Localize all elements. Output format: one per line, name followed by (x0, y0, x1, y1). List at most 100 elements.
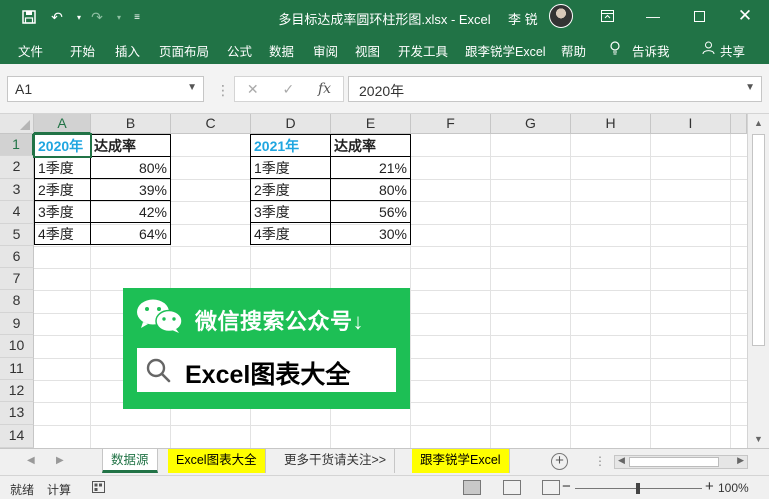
macro-record-icon[interactable] (92, 481, 105, 496)
row-header-2[interactable]: 2 (0, 156, 34, 179)
ribbon-display-icon[interactable] (592, 4, 622, 28)
cell-a1[interactable]: 2020年 (34, 134, 91, 157)
tab-view[interactable]: 视图 (355, 41, 380, 60)
tab-file[interactable]: 文件 (18, 41, 43, 60)
zoom-out-icon[interactable]: − (562, 478, 571, 495)
tab-review[interactable]: 审阅 (313, 41, 338, 60)
insert-function-icon[interactable]: fx (318, 81, 331, 97)
row-header-8[interactable]: 8 (0, 290, 34, 313)
redo-dropdown-icon[interactable]: ▾ (114, 7, 124, 27)
scroll-right-icon[interactable]: ▶ (737, 455, 744, 466)
chevron-down-icon[interactable]: ▼ (187, 82, 197, 93)
cell-b1[interactable]: 达成率 (90, 134, 171, 157)
cell-d2[interactable]: 1季度 (250, 156, 331, 179)
tab-data[interactable]: 数据 (269, 41, 294, 60)
cell-b5[interactable]: 64% (90, 222, 171, 245)
tab-help[interactable]: 帮助 (561, 41, 586, 60)
prev-sheet-icon[interactable]: ◀ (27, 455, 35, 466)
maximize-icon[interactable] (684, 4, 714, 28)
row-header-10[interactable]: 10 (0, 335, 34, 358)
cell-d1[interactable]: 2021年 (250, 134, 331, 157)
tab-home[interactable]: 开始 (70, 41, 95, 60)
row-header-1[interactable]: 1 (0, 134, 34, 156)
scroll-thumb[interactable] (752, 134, 765, 346)
cell-a4[interactable]: 3季度 (34, 200, 91, 223)
cancel-icon[interactable]: ✕ (247, 81, 259, 98)
scroll-left-icon[interactable]: ◀ (618, 455, 625, 466)
vertical-scrollbar[interactable]: ▲ ▼ (747, 114, 769, 448)
cell-e1[interactable]: 达成率 (330, 134, 411, 157)
next-sheet-icon[interactable]: ▶ (56, 455, 64, 466)
column-header-f[interactable]: F (411, 114, 491, 134)
zoom-level[interactable]: 100% (718, 481, 749, 495)
cell-d3[interactable]: 2季度 (250, 178, 331, 201)
row-header-4[interactable]: 4 (0, 201, 34, 224)
cell-a3[interactable]: 2季度 (34, 178, 91, 201)
user-name[interactable]: 李 锐 (508, 9, 538, 28)
cell-e2[interactable]: 21% (330, 156, 411, 179)
minimize-icon[interactable]: — (638, 4, 668, 28)
sheet-tab-follow[interactable]: 跟李锐学Excel (412, 449, 510, 473)
zoom-in-icon[interactable]: + (705, 478, 714, 495)
expand-formula-icon[interactable]: ▼ (745, 82, 755, 93)
scroll-down-icon[interactable]: ▼ (754, 434, 763, 444)
enter-icon[interactable]: ✓ (282, 81, 294, 98)
cell-a2[interactable]: 1季度 (34, 156, 91, 179)
cell-b4[interactable]: 42% (90, 200, 171, 223)
column-header-b[interactable]: B (91, 114, 171, 134)
column-header-partial[interactable] (731, 114, 747, 134)
redo-icon[interactable]: ↷ (86, 7, 108, 27)
add-sheet-icon[interactable]: + (551, 453, 568, 470)
column-header-i[interactable]: I (651, 114, 731, 134)
save-icon[interactable] (18, 7, 40, 27)
sheet-tab-data-source[interactable]: 数据源 (102, 449, 158, 473)
page-layout-view-icon[interactable] (503, 480, 521, 495)
column-header-d[interactable]: D (251, 114, 331, 134)
horizontal-scrollbar[interactable]: ◀ ▶ (614, 455, 748, 469)
scroll-up-icon[interactable]: ▲ (754, 118, 763, 128)
worksheet-grid[interactable]: A B C D E F G H I 1 2 3 4 5 6 7 8 9 10 1… (0, 114, 769, 448)
row-header-3[interactable]: 3 (0, 179, 34, 201)
cell-b2[interactable]: 80% (90, 156, 171, 179)
sheet-tab-more[interactable]: 更多干货请关注>> (276, 449, 396, 473)
row-header-14[interactable]: 14 (0, 425, 34, 448)
hscroll-thumb[interactable] (629, 457, 719, 467)
sheet-tab-excel-charts[interactable]: Excel图表大全 (168, 449, 266, 473)
formula-input[interactable]: 2020年 ▼ (348, 76, 762, 102)
row-header-7[interactable]: 7 (0, 268, 34, 290)
customize-icon[interactable]: ≡ (126, 7, 148, 27)
column-header-h[interactable]: H (571, 114, 651, 134)
cell-d5[interactable]: 4季度 (250, 222, 331, 245)
avatar[interactable] (549, 4, 573, 28)
close-icon[interactable]: ✕ (730, 4, 760, 28)
tab-insert[interactable]: 插入 (115, 41, 140, 60)
row-header-6[interactable]: 6 (0, 246, 34, 268)
tab-developer[interactable]: 开发工具 (398, 41, 448, 60)
calculate-status[interactable]: 计算 (47, 481, 71, 498)
tab-page-layout[interactable]: 页面布局 (159, 41, 209, 60)
wechat-banner[interactable]: 微信搜索公众号↓ Excel图表大全 (123, 288, 410, 409)
cell-b3[interactable]: 39% (90, 178, 171, 201)
undo-icon[interactable]: ↶ (46, 7, 68, 27)
tell-me-search[interactable]: 告诉我 (632, 41, 670, 60)
row-header-11[interactable]: 11 (0, 358, 34, 380)
splitter-icon[interactable]: ⋮ (594, 454, 606, 468)
column-header-g[interactable]: G (491, 114, 571, 134)
zoom-knob[interactable] (636, 483, 640, 494)
cell-e5[interactable]: 30% (330, 222, 411, 245)
row-header-9[interactable]: 9 (0, 313, 34, 335)
cell-e4[interactable]: 56% (330, 200, 411, 223)
cell-d4[interactable]: 3季度 (250, 200, 331, 223)
select-all-corner[interactable] (0, 114, 34, 134)
row-header-13[interactable]: 13 (0, 402, 34, 425)
page-break-view-icon[interactable] (542, 480, 560, 495)
tab-formulas[interactable]: 公式 (227, 41, 252, 60)
row-header-12[interactable]: 12 (0, 380, 34, 402)
cell-a5[interactable]: 4季度 (34, 222, 91, 245)
column-header-c[interactable]: C (171, 114, 251, 134)
name-box[interactable]: A1 ▼ (7, 76, 204, 102)
row-header-5[interactable]: 5 (0, 224, 34, 246)
share-button[interactable]: 共享 (720, 41, 745, 60)
cell-e3[interactable]: 80% (330, 178, 411, 201)
tab-custom[interactable]: 跟李锐学Excel (465, 41, 546, 60)
